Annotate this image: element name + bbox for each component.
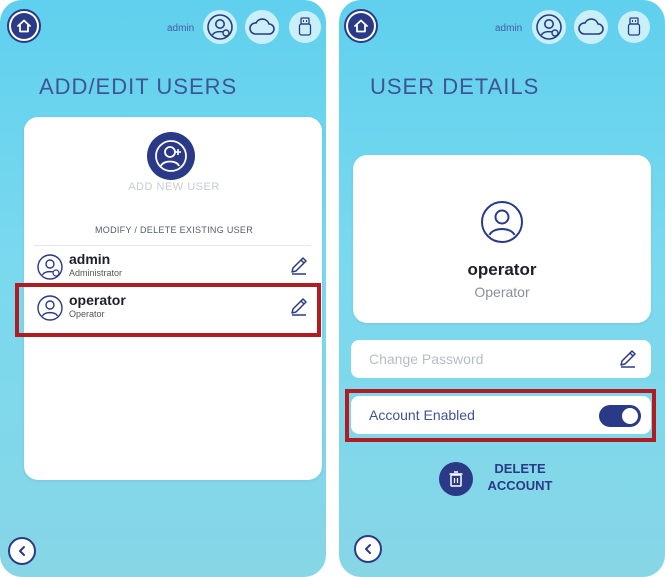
user-role: Administrator — [69, 268, 123, 278]
user-icon — [481, 201, 523, 243]
current-user-label: admin — [167, 23, 195, 34]
home-button[interactable] — [344, 9, 378, 43]
user-gear-icon — [536, 14, 562, 40]
cloud-icon — [578, 18, 604, 35]
user-settings-button[interactable] — [532, 10, 566, 44]
delete-label-line1: DELETE — [494, 461, 546, 476]
usb-icon — [627, 17, 641, 36]
delete-label-line2: ACCOUNT — [487, 478, 553, 493]
cloud-button[interactable] — [245, 10, 279, 44]
usb-button[interactable] — [618, 11, 650, 43]
change-password-placeholder: Change Password — [369, 351, 484, 367]
home-icon — [348, 13, 374, 39]
user-gear-icon — [37, 254, 63, 280]
delete-account-label: DELETE ACCOUNT — [479, 460, 561, 494]
usb-button[interactable] — [289, 11, 321, 43]
page-title: ADD/EDIT USERS — [39, 74, 238, 99]
add-edit-users-screen: admin ADD/EDIT USERS ADD NEW USER MODIFY… — [0, 0, 326, 577]
operator-row-highlight — [15, 283, 321, 337]
user-settings-button[interactable] — [203, 10, 237, 44]
back-button[interactable] — [8, 537, 36, 565]
modify-users-heading: MODIFY / DELETE EXISTING USER — [94, 225, 254, 235]
account-enabled-highlight — [345, 389, 656, 442]
home-icon — [11, 13, 37, 39]
page-title: USER DETAILS — [370, 74, 540, 99]
user-gear-icon — [207, 14, 233, 40]
cloud-button[interactable] — [574, 10, 608, 44]
add-user-icon — [155, 140, 187, 172]
trash-icon — [439, 462, 473, 496]
user-name: admin — [69, 251, 111, 267]
user-row-admin[interactable]: admin Administrator — [34, 249, 312, 285]
pencil-icon[interactable] — [617, 348, 639, 370]
user-name: operator — [467, 260, 537, 279]
back-button[interactable] — [354, 535, 382, 563]
cloud-icon — [249, 18, 275, 35]
user-details-screen: admin USER DETAILS operator Operator Cha… — [339, 0, 665, 577]
home-button[interactable] — [7, 9, 41, 43]
delete-account-button[interactable]: DELETE ACCOUNT — [439, 459, 569, 501]
add-new-user-label[interactable]: ADD NEW USER — [24, 181, 324, 193]
chevron-left-icon — [365, 544, 371, 554]
divider — [34, 245, 311, 246]
add-user-button[interactable] — [147, 132, 195, 180]
pencil-icon[interactable] — [288, 255, 310, 277]
user-role: Operator — [474, 284, 530, 300]
current-user-label: admin — [495, 23, 523, 34]
change-password-field[interactable]: Change Password — [351, 340, 651, 378]
chevron-left-icon — [19, 546, 25, 556]
usb-icon — [298, 17, 312, 36]
